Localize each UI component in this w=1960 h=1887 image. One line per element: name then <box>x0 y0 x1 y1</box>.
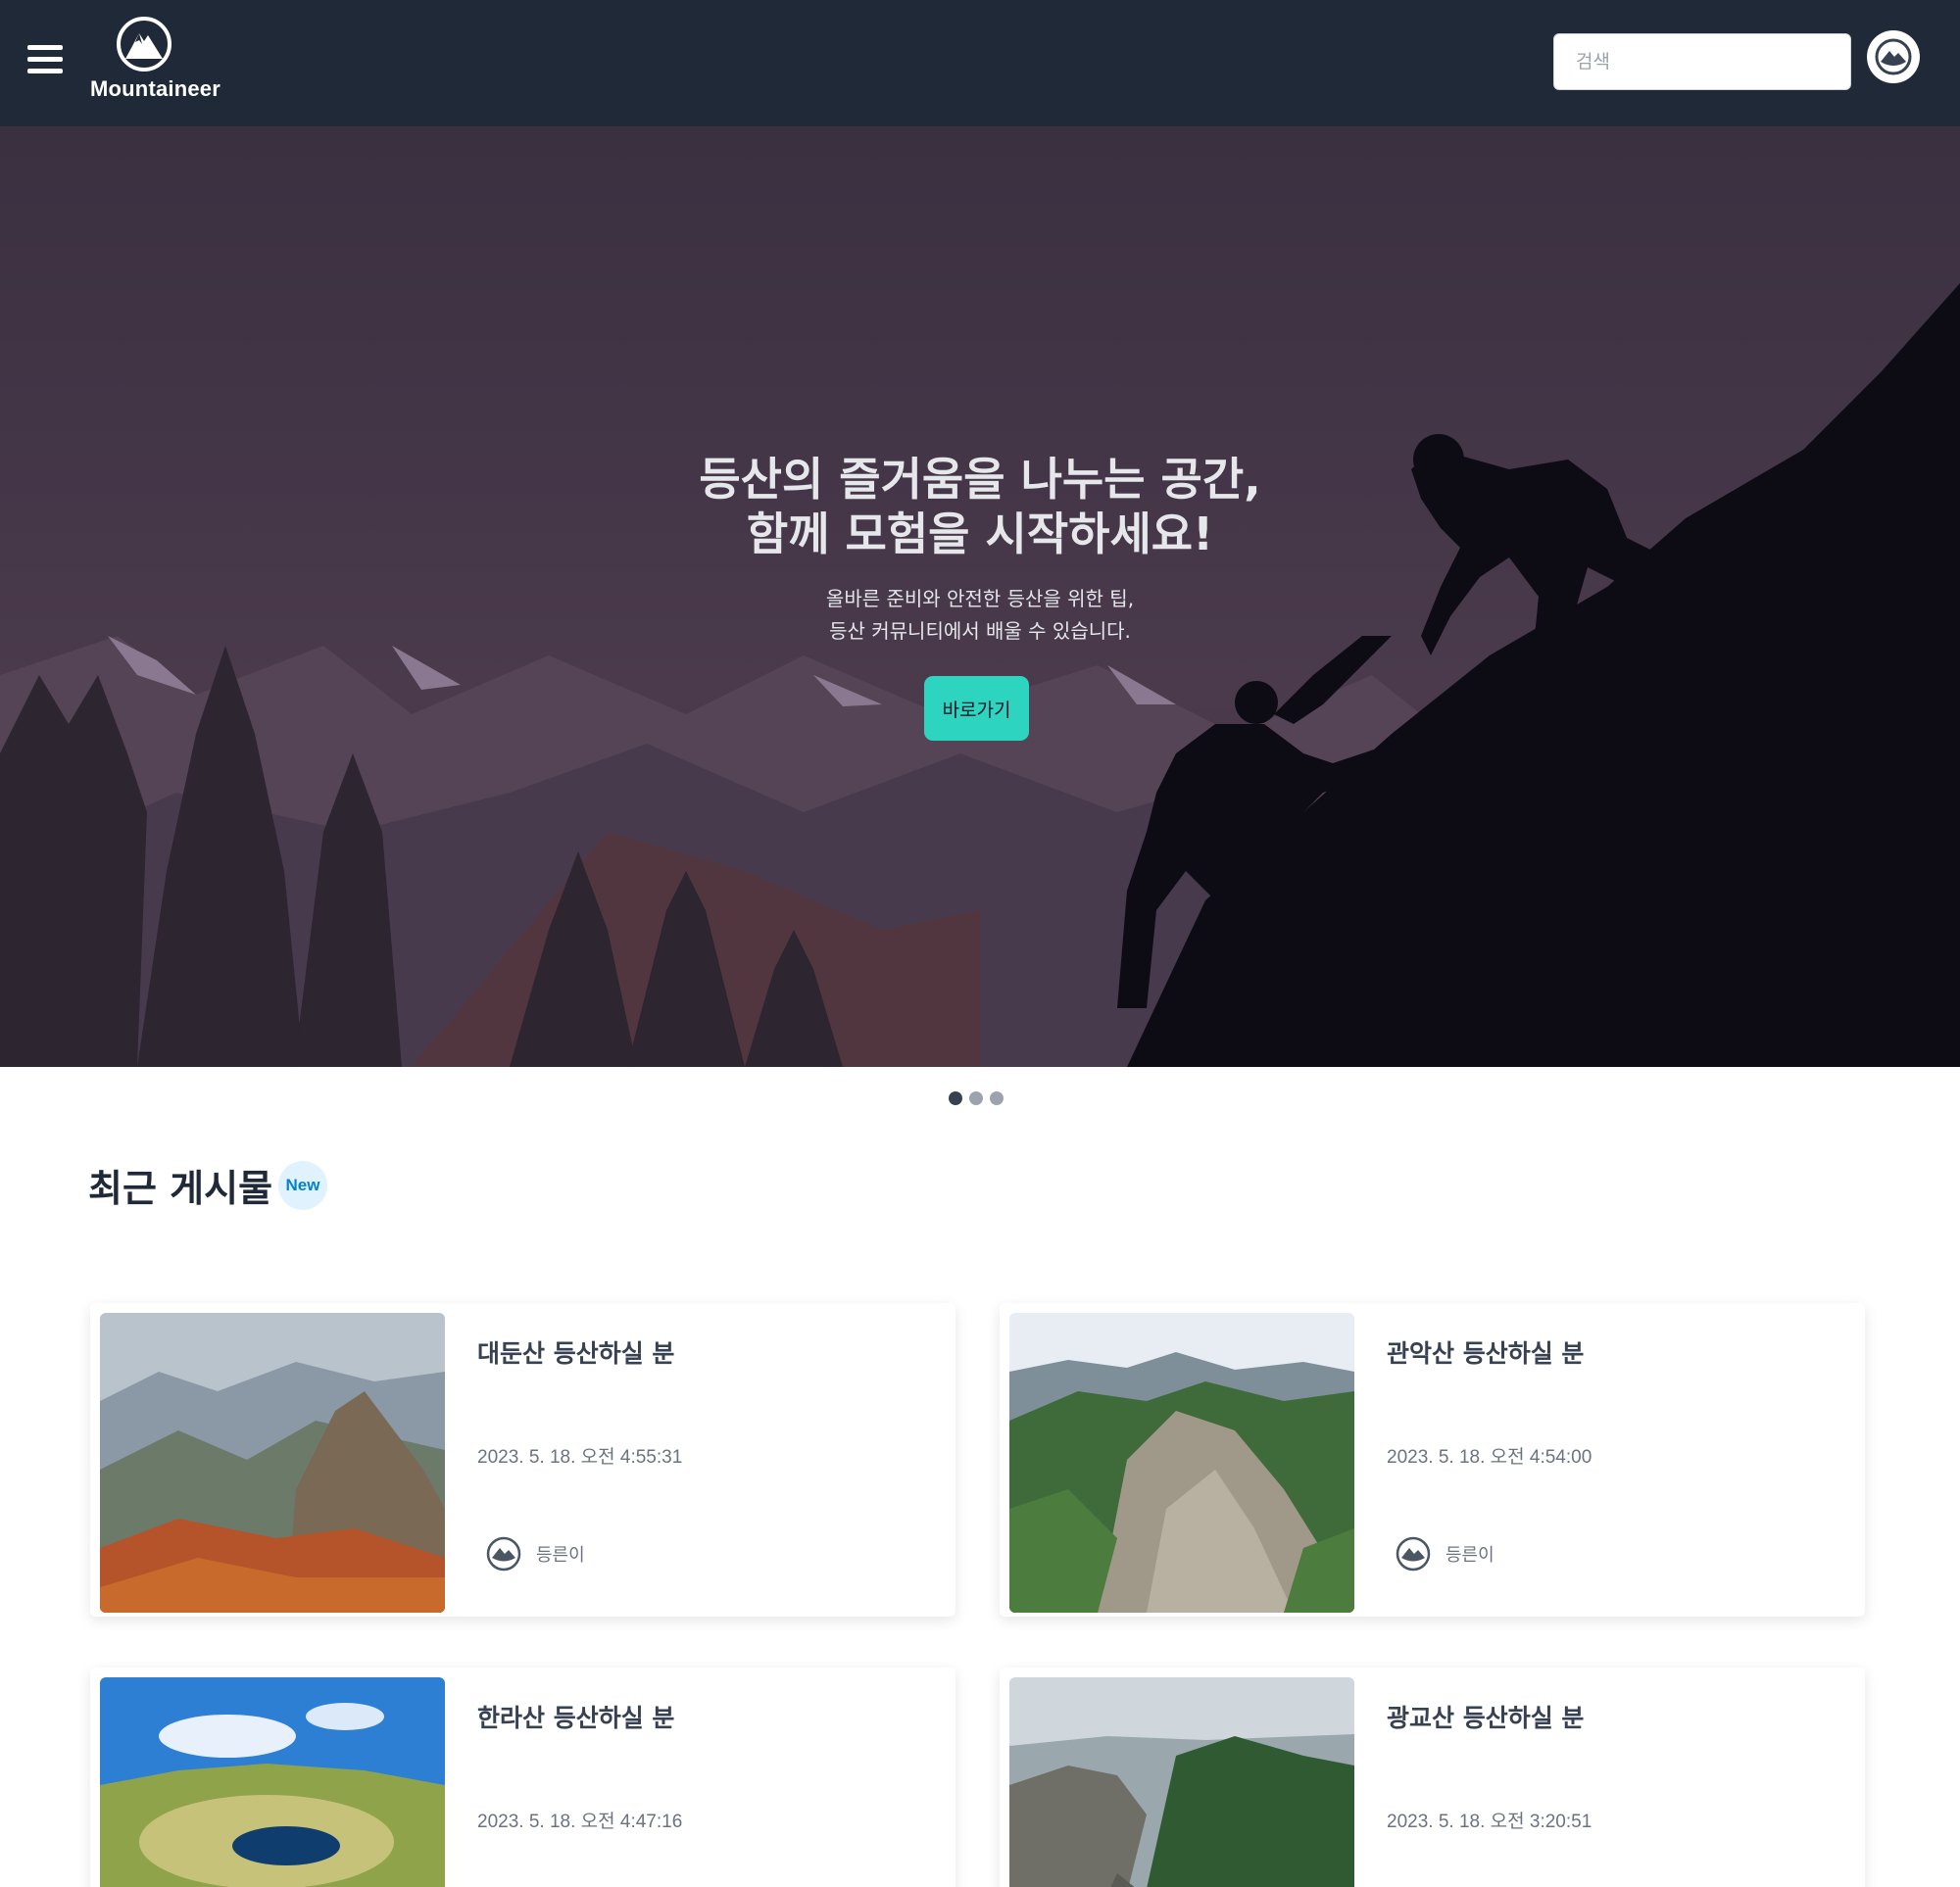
post-thumbnail-image <box>1009 1677 1354 1887</box>
cta-button[interactable]: 바로가기 <box>924 676 1029 741</box>
hero-title: 등산의 즐거움을 나누는 공간, 함께 모험을 시작하세요! <box>490 452 1470 561</box>
carousel-dot-2[interactable] <box>969 1091 983 1105</box>
author-name: 등른이 <box>536 1545 585 1566</box>
post-title: 한라산 등산하실 분 <box>477 1704 675 1732</box>
hero-title-line1: 등산의 즐거움을 나누는 공간, <box>699 453 1261 506</box>
post-title: 광교산 등산하실 분 <box>1387 1704 1585 1732</box>
post-date: 2023. 5. 18. 오전 4:54:00 <box>1387 1447 1592 1468</box>
site-logo[interactable]: Mountaineer <box>90 16 227 106</box>
hero-subtitle-line2: 등산 커뮤니티에서 배울 수 있습니다. <box>829 619 1131 643</box>
hero-subtitle: 올바른 준비와 안전한 등산을 위한 팁, 등산 커뮤니티에서 배울 수 있습니… <box>588 583 1372 648</box>
logo-text: Mountaineer <box>90 76 220 101</box>
post-date: 2023. 5. 18. 오전 3:20:51 <box>1387 1812 1592 1832</box>
post-title: 관악산 등산하실 분 <box>1387 1339 1585 1368</box>
search-input[interactable] <box>1553 33 1851 90</box>
post-card[interactable]: 대둔산 등산하실 분 2023. 5. 18. 오전 4:55:31 등른이 <box>90 1303 956 1617</box>
post-date: 2023. 5. 18. 오전 4:55:31 <box>477 1447 683 1468</box>
post-card[interactable]: 한라산 등산하실 분 2023. 5. 18. 오전 4:47:16 <box>90 1668 956 1887</box>
carousel-dot-1[interactable] <box>949 1091 962 1105</box>
mountain-logo-icon <box>117 17 172 72</box>
new-badge: New <box>278 1161 327 1210</box>
post-title: 대둔산 등산하실 분 <box>477 1339 675 1368</box>
avatar-mountain-icon <box>1875 38 1912 75</box>
author-avatar-icon <box>486 1536 521 1572</box>
profile-avatar[interactable] <box>1867 30 1920 83</box>
hamburger-menu-icon[interactable] <box>27 45 63 78</box>
section-title: 최근 게시물 <box>88 1167 273 1210</box>
post-thumbnail-image <box>100 1313 445 1613</box>
post-thumbnail-image <box>100 1677 445 1887</box>
author-avatar-icon <box>1396 1536 1431 1572</box>
post-thumbnail-image <box>1009 1313 1354 1613</box>
hero-subtitle-line1: 올바른 준비와 안전한 등산을 위한 팁, <box>825 587 1135 610</box>
author-name: 등른이 <box>1446 1545 1494 1566</box>
post-author: 등른이 <box>1395 1534 1494 1573</box>
post-card[interactable]: 관악산 등산하실 분 2023. 5. 18. 오전 4:54:00 등른이 <box>1000 1303 1865 1617</box>
carousel-indicators <box>949 1091 1004 1105</box>
hero-title-line2: 함께 모험을 시작하세요! <box>746 508 1214 560</box>
post-date: 2023. 5. 18. 오전 4:47:16 <box>477 1812 683 1832</box>
post-author: 등른이 <box>485 1534 585 1573</box>
post-card[interactable]: 광교산 등산하실 분 2023. 5. 18. 오전 3:20:51 <box>1000 1668 1865 1887</box>
hero-banner: 등산의 즐거움을 나누는 공간, 함께 모험을 시작하세요! 올바른 준비와 안… <box>0 126 1960 1067</box>
top-navbar: Mountaineer <box>0 0 1960 126</box>
carousel-dot-3[interactable] <box>990 1091 1004 1105</box>
